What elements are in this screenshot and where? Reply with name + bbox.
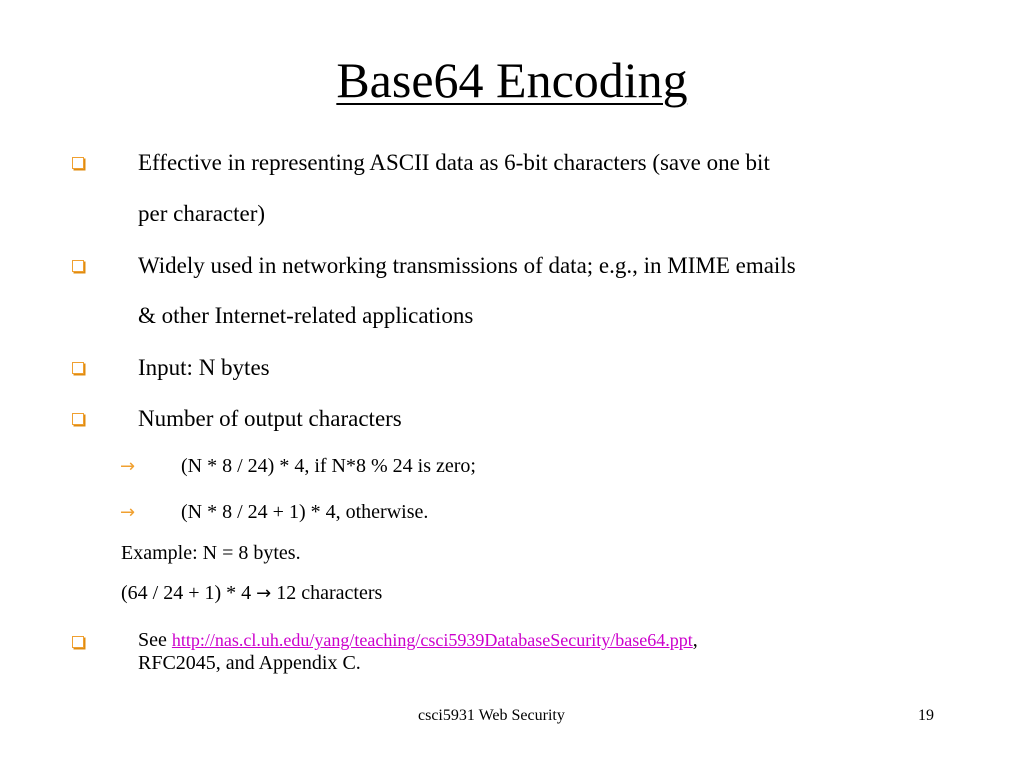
sub-bullet-text: (N * 8 / 24 + 1) * 4, otherwise. xyxy=(181,501,429,523)
bullet-text: Widely used in networking transmissions … xyxy=(138,253,796,278)
see-suffix: , xyxy=(692,629,698,651)
arrow-right-icon: → xyxy=(256,583,272,604)
see-references: See http://nas.cl.uh.edu/yang/teaching/c… xyxy=(138,629,698,675)
arrow-right-icon: → xyxy=(120,456,136,477)
bullet-text: Number of output characters xyxy=(138,406,402,431)
square-bullet-icon xyxy=(72,362,84,374)
reference-link[interactable]: http://nas.cl.uh.edu/yang/teaching/csci5… xyxy=(172,630,693,650)
example-calc-prefix: (64 / 24 + 1) * 4 xyxy=(121,582,257,604)
sub-bullet-text: (N * 8 / 24) * 4, if N*8 % 24 is zero; xyxy=(181,455,476,477)
example-calculation: (64 / 24 + 1) * 4 → 12 characters xyxy=(121,582,382,605)
bullet-text-continued: per character) xyxy=(138,201,266,226)
square-bullet-icon xyxy=(72,260,84,272)
square-bullet-icon xyxy=(72,636,84,648)
example-line: Example: N = 8 bytes. xyxy=(121,542,301,564)
arrow-right-icon: → xyxy=(120,502,136,523)
slide-title-text: Base64 Encoding xyxy=(336,52,688,108)
bullet-text-continued: & other Internet-related applications xyxy=(138,303,474,328)
see-prefix: See xyxy=(138,629,172,651)
square-bullet-icon xyxy=(72,413,84,425)
slide-title: Base64 Encoding xyxy=(0,44,1024,116)
see-line2: RFC2045, and Appendix C. xyxy=(138,652,361,674)
footer-page-number: 19 xyxy=(918,707,934,724)
footer-course: csci5931 Web Security xyxy=(418,707,565,724)
square-bullet-icon xyxy=(72,157,84,169)
bullet-text: Effective in representing ASCII data as … xyxy=(138,150,770,175)
bullet-text: Input: N bytes xyxy=(138,355,270,380)
example-calc-result: 12 characters xyxy=(271,582,383,604)
